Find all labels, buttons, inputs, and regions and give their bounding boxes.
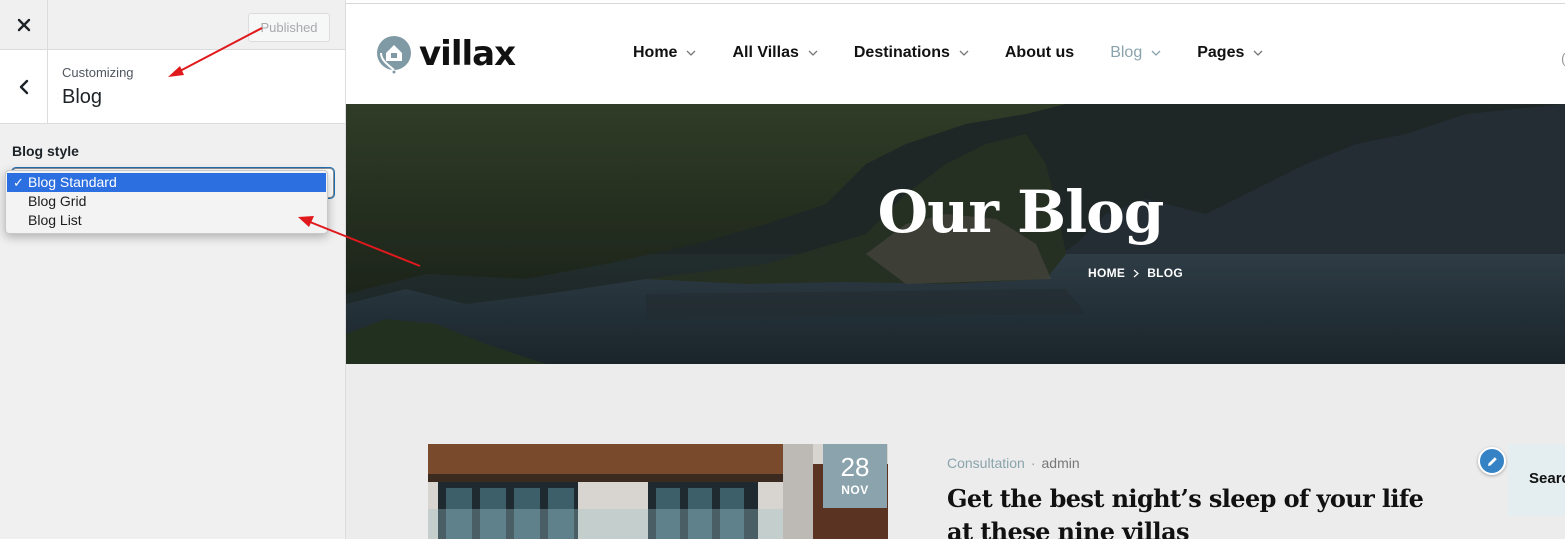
option-label: Blog List — [28, 212, 82, 228]
nav-item-home[interactable]: Home — [633, 44, 696, 62]
nav-label: Blog — [1110, 44, 1143, 61]
villa-image — [428, 444, 888, 539]
nav-item-blog[interactable]: Blog — [1110, 44, 1161, 62]
nav-item-about-us[interactable]: About us — [1005, 44, 1074, 62]
site-logo[interactable]: villax — [375, 34, 516, 74]
edit-shortcut-button[interactable] — [1478, 447, 1506, 475]
nav-item-all-villas[interactable]: All Villas — [732, 44, 818, 62]
breadcrumb: HOME BLOG — [1088, 266, 1183, 280]
logo-icon — [377, 36, 411, 74]
close-icon — [17, 18, 30, 32]
blog-style-dropdown: ✓ Blog Standard Blog Grid Blog List — [5, 170, 328, 234]
section-header: Customizing Blog — [0, 50, 345, 124]
chevron-down-icon — [686, 50, 696, 56]
nav-label: Destinations — [853, 44, 950, 61]
option-label: Blog Standard — [28, 174, 117, 190]
checkmark-icon: ✓ — [13, 175, 24, 190]
close-customizer-button[interactable] — [0, 0, 48, 50]
site-header: villax Home All Villas Destinations Abou… — [346, 4, 1565, 104]
nav-label: Pages — [1197, 44, 1245, 61]
nav-label: About us — [1004, 44, 1075, 61]
search-widget-title: Search — [1529, 470, 1565, 487]
chevron-left-icon — [19, 79, 28, 94]
customizer-sidebar: Published Customizing Blog Blog style ✓ … — [0, 0, 346, 539]
option-label: Blog Grid — [28, 193, 87, 209]
pencil-icon — [1487, 456, 1497, 466]
breadcrumb-current: BLOG — [1147, 266, 1184, 280]
hero-banner: Our Blog HOME BLOG — [346, 104, 1565, 364]
search-widget: Search — [1508, 444, 1565, 516]
post-author-link[interactable]: admin — [1042, 455, 1080, 471]
section-title: Blog — [62, 86, 103, 108]
page-title: Our Blog — [877, 178, 1165, 246]
post-date-day: 28 — [840, 452, 870, 482]
nav-item-pages[interactable]: Pages — [1197, 44, 1263, 62]
chevron-right-icon — [1133, 269, 1140, 277]
chevron-down-icon — [1151, 50, 1161, 56]
post-date-badge: 28 NOV — [823, 444, 887, 508]
customizing-label: Customizing — [62, 65, 134, 80]
post-meta: Consultation · admin — [947, 455, 1080, 471]
meta-separator: · — [1030, 455, 1036, 471]
customizer-header: Published — [0, 0, 345, 50]
site-preview: villax Home All Villas Destinations Abou… — [346, 0, 1565, 539]
blog-style-label: Blog style — [12, 143, 79, 159]
option-blog-list[interactable]: Blog List — [6, 211, 327, 230]
nav-item-destinations[interactable]: Destinations — [854, 44, 969, 62]
publish-button[interactable]: Published — [248, 13, 330, 42]
post-category-link[interactable]: Consultation — [947, 455, 1025, 471]
option-blog-grid[interactable]: Blog Grid — [6, 192, 327, 211]
nav-label: Home — [633, 44, 678, 61]
post-thumbnail[interactable] — [428, 444, 888, 539]
logo-text: villax — [419, 34, 516, 74]
back-button[interactable] — [0, 50, 48, 123]
breadcrumb-home[interactable]: HOME — [1088, 266, 1125, 280]
chevron-down-icon — [1253, 50, 1263, 56]
option-blog-standard[interactable]: ✓ Blog Standard — [7, 173, 326, 192]
post-title-link[interactable]: Get the best night’s sleep of your life … — [947, 482, 1447, 539]
header-edge-glyph: ( — [1561, 50, 1565, 66]
chevron-down-icon — [959, 50, 969, 56]
nav-label: All Villas — [732, 44, 799, 61]
main-nav: Home All Villas Destinations About us Bl… — [633, 44, 1299, 62]
chevron-down-icon — [808, 50, 818, 56]
post-date-month: NOV — [841, 483, 869, 497]
